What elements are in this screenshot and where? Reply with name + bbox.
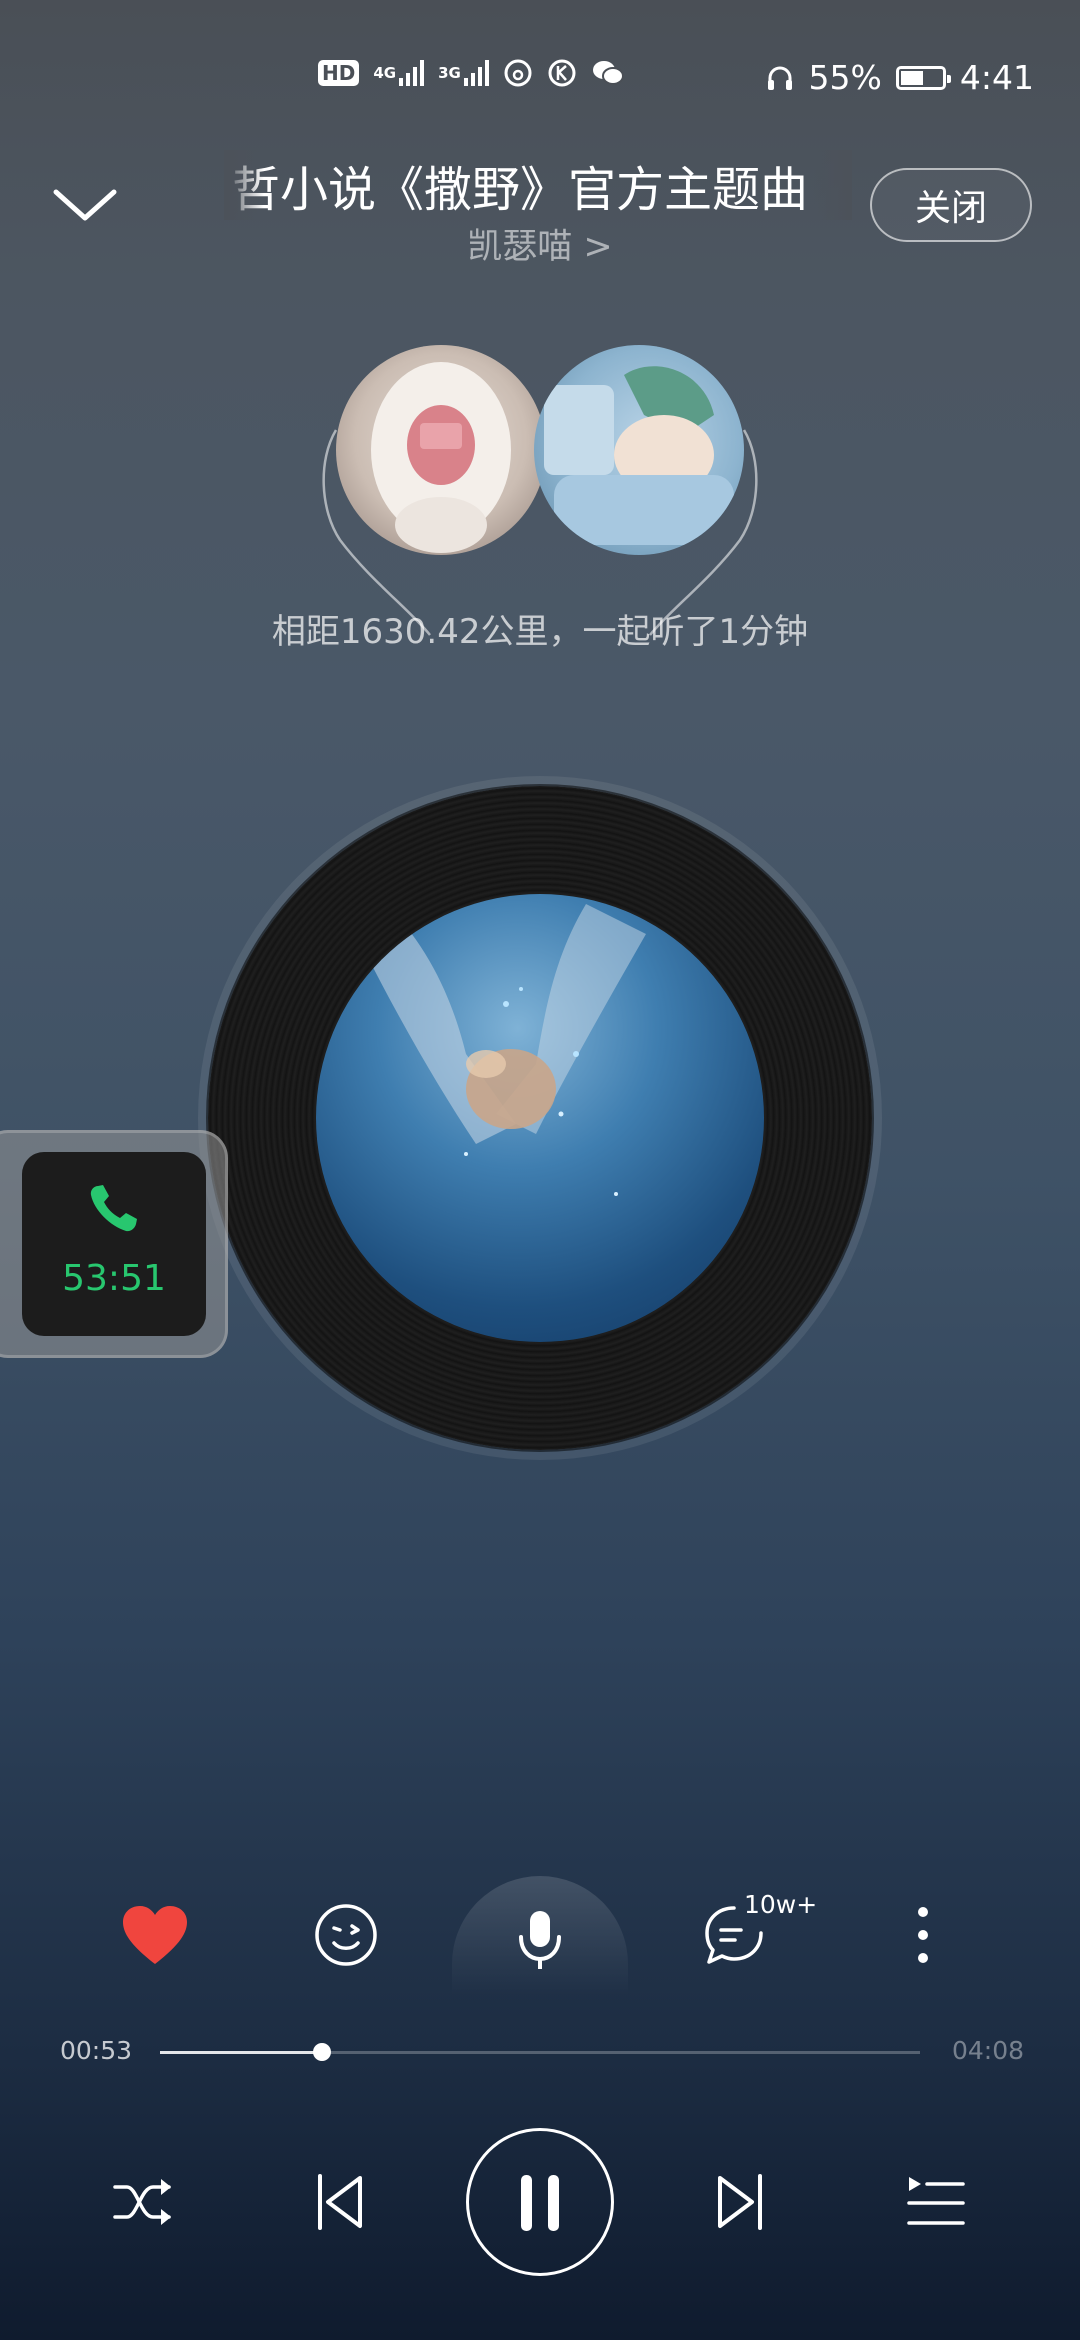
- title-fade-right: [812, 150, 852, 220]
- wink-face-icon: [315, 1904, 377, 1966]
- album-cover-art: [356, 904, 646, 1196]
- call-float-panel[interactable]: [22, 1152, 206, 1336]
- song-title-marquee: 哲小说《撒野》官方主题曲: [224, 150, 852, 220]
- playlist-icon: [907, 2177, 965, 2225]
- avatar-friend[interactable]: [534, 345, 744, 555]
- avatar-friend-image: [544, 366, 734, 545]
- title-fade-left: [224, 150, 264, 220]
- listen-together-text: 相距1630.42公里，一起听了1分钟: [271, 612, 809, 652]
- more-vertical-icon: [918, 1907, 928, 1963]
- more-button[interactable]: [900, 1898, 946, 1972]
- shuffle-icon: [113, 2179, 171, 2225]
- progress-track[interactable]: [160, 2051, 920, 2054]
- previous-button[interactable]: [300, 2166, 380, 2238]
- skip-previous-icon: [318, 2174, 362, 2230]
- headphones-icon: [767, 66, 792, 90]
- comment-count-badge: 10w+: [744, 1890, 818, 1919]
- microphone-icon: [519, 1911, 561, 1969]
- emoji-button[interactable]: [306, 1900, 386, 1970]
- status-icons-left: HD 4G 3G: [318, 58, 625, 88]
- progress-thumb[interactable]: [313, 2043, 332, 2061]
- avatar-self[interactable]: [336, 345, 546, 555]
- heart-icon: [123, 1906, 187, 1964]
- status-bar: HD 4G 3G 55% 4:41: [0, 50, 1080, 110]
- playlist-button[interactable]: [896, 2166, 976, 2238]
- song-title: 哲小说《撒野》官方主题曲: [232, 162, 809, 218]
- like-button[interactable]: [110, 1900, 200, 1970]
- battery-icon: [895, 65, 951, 90]
- mic-button[interactable]: [500, 1900, 580, 1980]
- clock: 4:41: [959, 58, 1034, 97]
- current-time: 00:53: [60, 2036, 133, 2065]
- wechat-icon: [592, 61, 624, 85]
- shuffle-button[interactable]: [104, 2166, 184, 2238]
- call-duration: 53:51: [62, 1258, 166, 1299]
- skip-next-icon: [718, 2174, 762, 2230]
- k-icon: [548, 59, 576, 87]
- next-button[interactable]: [700, 2166, 780, 2238]
- battery-percent: 55%: [808, 58, 882, 97]
- album-cover: [316, 894, 764, 1342]
- total-time: 04:08: [952, 2036, 1025, 2065]
- netease-music-icon: [504, 59, 532, 87]
- signal-3g-icon: 3G: [438, 60, 489, 86]
- avatar-self-image: [371, 362, 511, 553]
- phone-icon: [90, 1185, 137, 1232]
- signal-4g-icon: 4G: [373, 60, 425, 86]
- pause-icon: [521, 2175, 559, 2231]
- progress-played: [160, 2051, 323, 2054]
- close-button[interactable]: 关闭: [870, 168, 1032, 242]
- status-icons-right: 55% 4:41: [765, 58, 1034, 97]
- hd-icon: HD: [318, 60, 360, 86]
- play-pause-button[interactable]: [466, 2128, 614, 2276]
